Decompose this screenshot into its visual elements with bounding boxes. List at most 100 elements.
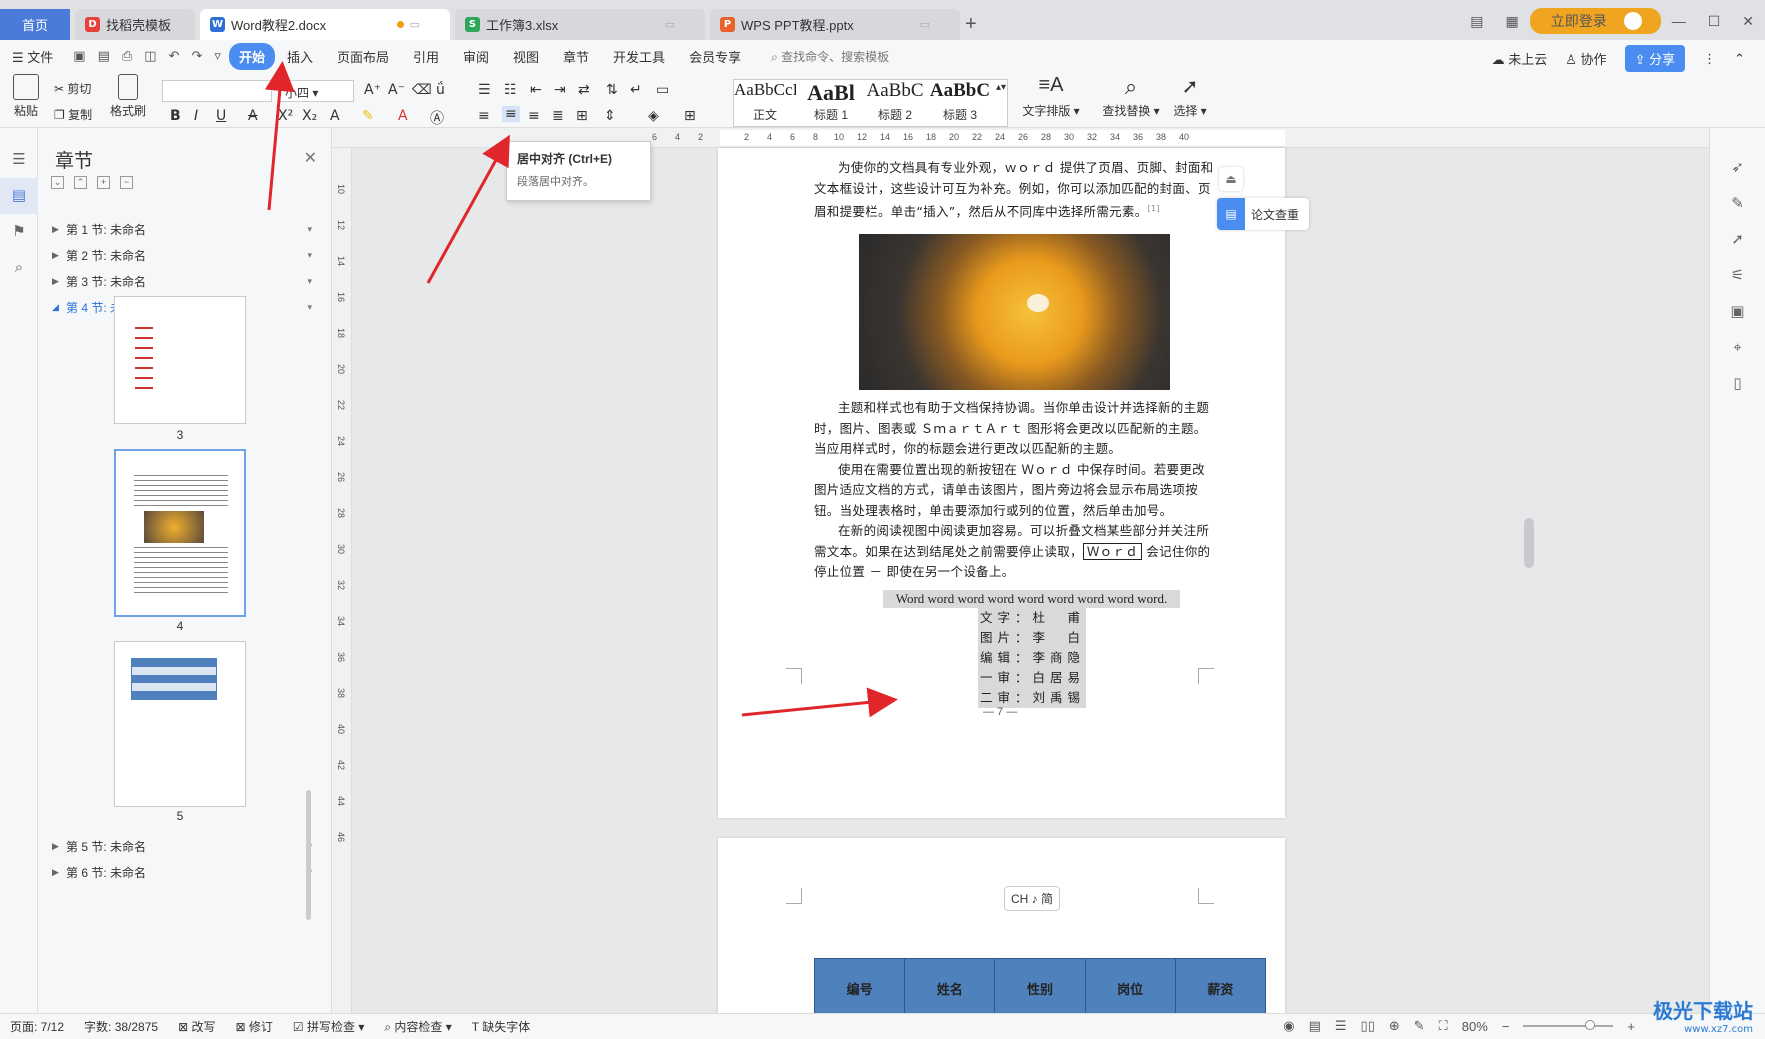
rocket-icon[interactable]: ➶ — [1710, 150, 1765, 186]
style-heading-1[interactable]: AaBl 标题 1 — [800, 80, 862, 126]
grid-icon[interactable]: ▦ — [1505, 13, 1518, 30]
menu-review[interactable]: 审阅 — [451, 47, 501, 66]
add-section-icon[interactable]: + — [97, 176, 110, 189]
command-search[interactable]: ⌕ 查找命令、搜索模板 — [771, 48, 889, 65]
tab-word-doc[interactable]: W Word教程2.docx ▭ — [200, 9, 450, 40]
location-icon[interactable]: ⌖ — [1710, 330, 1765, 366]
expand-all-icon[interactable]: ⌄ — [51, 176, 64, 189]
style-normal[interactable]: AaBbCcI 正文 — [734, 80, 796, 126]
outline-icon[interactable]: ☰ — [0, 142, 38, 178]
print-icon[interactable]: ⎙ — [122, 48, 132, 64]
login-button[interactable]: 立即登录 — [1529, 8, 1661, 34]
spell-check-toggle[interactable]: ☑ 拼写检查 ▾ — [283, 1018, 374, 1035]
copy-button[interactable]: ❐ 复制 — [54, 106, 92, 123]
bullet-list-icon[interactable]: ☰ — [478, 82, 491, 98]
page-thumbnail[interactable] — [114, 641, 246, 807]
page-indicator[interactable]: 页面: 7/12 — [0, 1018, 74, 1035]
text-layout-button[interactable]: ≡A 文字排版 ▾ — [1020, 74, 1082, 119]
font-name-input[interactable] — [162, 80, 272, 102]
show-marks-icon[interactable]: ↵ — [630, 82, 642, 98]
revise-toggle[interactable]: ⊠ 修订 — [225, 1018, 282, 1035]
maple-leaf-image[interactable] — [859, 234, 1170, 390]
close-icon[interactable]: ✕ — [304, 148, 317, 168]
layout-icon[interactable]: ▤ — [1470, 13, 1483, 30]
undo-icon[interactable]: ↶ — [169, 48, 180, 64]
bold-icon[interactable]: B — [170, 108, 181, 124]
tab-ppt[interactable]: P WPS PPT教程.pptx ▭ — [710, 9, 960, 40]
bookmark-icon[interactable]: ⚑ — [0, 214, 38, 250]
zoom-handle[interactable] — [1585, 1020, 1596, 1030]
pen-icon[interactable]: ✎ — [1710, 186, 1765, 222]
read-view-icon[interactable]: ▯▯ — [1361, 1018, 1375, 1034]
shrink-font-icon[interactable]: A⁻ — [388, 82, 405, 98]
write-view-icon[interactable]: ✎ — [1414, 1018, 1425, 1034]
borders-icon[interactable]: ⊞ — [684, 108, 696, 124]
menu-view[interactable]: 视图 — [501, 47, 551, 66]
collapse-ribbon-icon[interactable]: ⌃ — [1734, 51, 1745, 67]
menu-insert[interactable]: 插入 — [275, 47, 325, 66]
menu-layout[interactable]: 页面布局 — [325, 47, 401, 66]
cut-button[interactable]: ✂ 剪切 — [54, 80, 91, 97]
section-nav-icon[interactable]: ▤ — [0, 178, 38, 214]
pointer-icon[interactable]: ➚ — [1710, 222, 1765, 258]
align-center-icon[interactable]: ≡ — [502, 106, 520, 122]
chevron-down-icon[interactable]: ▾ — [307, 276, 312, 287]
new-tab-button[interactable]: + — [965, 13, 977, 36]
menu-references[interactable]: 引用 — [401, 47, 451, 66]
page-float-button[interactable]: ⏏ — [1219, 167, 1243, 191]
section-item[interactable]: ▶第 5 节: 未命名▾ — [52, 833, 312, 859]
strikethrough-icon[interactable]: A — [248, 108, 258, 124]
zoom-level[interactable]: 80% — [1462, 1019, 1488, 1034]
style-heading-3[interactable]: AaBbC 标题 3 — [928, 80, 992, 126]
menu-devtools[interactable]: 开发工具 — [601, 47, 677, 66]
char-border-icon[interactable]: Ⓐ — [430, 108, 444, 128]
align-right-icon[interactable]: ≡ — [528, 108, 540, 124]
distribute-icon[interactable]: ⊞ — [576, 108, 588, 124]
menu-section[interactable]: 章节 — [551, 47, 601, 66]
decrease-indent-icon[interactable]: ⇤ — [530, 82, 542, 98]
staff-table[interactable]: 编号 姓名 性别 岗位 薪资 — [813, 958, 1267, 1013]
web-view-icon[interactable]: ⊕ — [1389, 1018, 1400, 1034]
superscript-icon[interactable]: X² — [278, 108, 293, 124]
paragraph[interactable]: 为使你的文档具有专业外观，ｗｏｒｄ 提供了页眉、页脚、封面和文本框设计，这些设计… — [814, 158, 1214, 223]
document-scrollbar[interactable] — [1524, 518, 1534, 568]
paragraph[interactable]: 主题和样式也有助于文档保持协调。当你单击设计并选择新的主题时，图片、图表或 Ｓｍ… — [814, 398, 1214, 583]
cloud-status[interactable]: ☁ 未上云 — [1492, 49, 1548, 68]
style-scroll-icon[interactable]: ▴▾ — [996, 82, 1006, 93]
rewrite-toggle[interactable]: ⊠ 改写 — [168, 1018, 225, 1035]
font-size-select[interactable]: 小四 ▾ — [278, 80, 354, 102]
highlighted-line[interactable]: Word word word word word word word word … — [883, 590, 1180, 608]
select-button[interactable]: ➚ 选择 ▾ — [1168, 74, 1212, 119]
paste-button[interactable]: 粘贴 — [10, 74, 42, 119]
section-item[interactable]: ▶ 第 2 节: 未命名 ▾ — [52, 242, 312, 268]
maximize-icon[interactable]: ☐ — [1708, 13, 1721, 30]
fit-page-icon[interactable]: ⛶ — [1439, 1018, 1448, 1034]
highlight-icon[interactable]: ✎ — [362, 108, 374, 124]
table-header[interactable]: 岗位 — [1084, 958, 1176, 1013]
share-button[interactable]: ⇪ 分享 — [1624, 45, 1686, 72]
format-painter-button[interactable]: 格式刷 — [107, 74, 149, 119]
page-thumbnail[interactable] — [114, 296, 246, 424]
chevron-down-icon[interactable]: ▾ — [307, 224, 312, 235]
zoom-out-icon[interactable]: − — [1502, 1019, 1510, 1034]
ime-indicator[interactable]: CH ♪ 简 — [1004, 886, 1061, 911]
section-item[interactable]: ▶ 第 3 节: 未命名 ▾ — [52, 268, 312, 294]
footnote-ref[interactable]: [1] — [1148, 204, 1160, 213]
outline-view-icon[interactable]: ☰ — [1335, 1018, 1347, 1034]
word-count[interactable]: 字数: 38/2875 — [74, 1018, 168, 1035]
font-color-icon[interactable]: A — [398, 108, 408, 124]
pinyin-icon[interactable]: ǘ — [436, 82, 445, 98]
missing-font[interactable]: T 缺失字体 — [462, 1018, 540, 1035]
document-page[interactable]: 为使你的文档具有专业外观，ｗｏｒｄ 提供了页眉、页脚、封面和文本框设计，这些设计… — [718, 148, 1285, 818]
remove-section-icon[interactable]: − — [120, 176, 133, 189]
zoom-in-icon[interactable]: + — [1627, 1019, 1635, 1034]
page-thumbnail-selected[interactable] — [114, 449, 246, 617]
text-effect-icon[interactable]: A — [330, 108, 340, 124]
underline-icon[interactable]: U — [216, 108, 226, 124]
close-icon[interactable]: ✕ — [1742, 13, 1754, 30]
credits-block[interactable]: 文字：杜 甫 图片：李 白 编辑：李商隐 一审：白居易 二审：刘禹锡 — [978, 608, 1086, 708]
eye-icon[interactable]: ◉ — [1283, 1018, 1294, 1034]
table-header[interactable]: 姓名 — [904, 958, 996, 1013]
grow-font-icon[interactable]: A⁺ — [364, 82, 381, 98]
italic-icon[interactable]: I — [194, 108, 198, 124]
